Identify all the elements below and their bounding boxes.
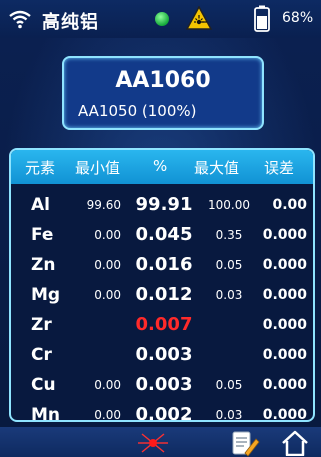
report-edit-icon[interactable]	[230, 429, 260, 457]
element-cell: Cu	[31, 375, 56, 395]
min-cell: 0.00	[94, 288, 121, 302]
element-cell: Fe	[31, 225, 54, 245]
table-row-al: Al 99.60 99.91 100.00 0.00	[11, 190, 313, 220]
element-cell: Zr	[31, 315, 52, 335]
composition-table: 元素 最小值 % 最大值 误差 Al 99.60 99.91 100.00 0.…	[9, 148, 315, 422]
max-cell: 100.00	[208, 198, 250, 212]
percent-cell: 0.016	[135, 254, 193, 275]
battery-icon	[254, 5, 270, 32]
table-row-mg: Mg 0.00 0.012 0.03 0.000	[11, 280, 313, 310]
percent-cell: 0.012	[135, 284, 193, 305]
primary-grade: AA1060	[115, 68, 211, 93]
laser-warning-icon	[186, 6, 212, 30]
header-max: 最大值	[194, 159, 240, 177]
element-cell: Cr	[31, 345, 52, 365]
percent-cell-out-of-spec: 0.007	[135, 314, 193, 335]
table-row-cu: Cu 0.00 0.003 0.05 0.000	[11, 370, 313, 400]
min-cell	[81, 340, 121, 370]
error-cell: 0.000	[262, 227, 307, 243]
max-cell: 0.03	[215, 408, 243, 422]
max-cell: 0.35	[215, 228, 243, 242]
min-cell: 0.00	[94, 378, 121, 392]
max-cell: 0.05	[215, 378, 243, 392]
percent-cell: 0.002	[135, 404, 193, 422]
wifi-icon	[9, 10, 31, 29]
element-cell: Mn	[31, 405, 61, 422]
max-cell	[201, 340, 257, 370]
error-cell: 0.000	[262, 317, 307, 333]
header-element: 元素	[25, 159, 56, 177]
mode-title: 高纯铝	[42, 12, 99, 33]
error-cell: 0.000	[262, 257, 307, 273]
element-cell: Mg	[31, 285, 61, 305]
min-cell: 0.00	[94, 258, 121, 272]
table-row-cr: Cr 0.003 0.000	[11, 340, 313, 370]
error-cell: 0.000	[262, 287, 307, 303]
min-cell: 0.00	[94, 228, 121, 242]
table-row-mn: Mn 0.00 0.002 0.03 0.000	[11, 400, 313, 422]
header-min: 最小值	[75, 159, 121, 177]
error-cell: 0.000	[262, 347, 307, 363]
table-row-zr: Zr 0.007 0.000	[11, 310, 313, 340]
error-cell: 0.000	[262, 407, 307, 422]
percent-cell: 0.045	[135, 224, 193, 245]
table-row-fe: Fe 0.00 0.045 0.35 0.000	[11, 220, 313, 250]
min-cell	[81, 310, 121, 340]
secondary-grade: AA1050 (100%)	[78, 102, 197, 120]
element-cell: Zn	[31, 255, 56, 275]
percent-cell: 99.91	[135, 194, 193, 215]
min-cell: 0.00	[94, 408, 121, 422]
error-cell: 0.000	[262, 377, 307, 393]
element-cell: Al	[31, 195, 50, 215]
status-led	[155, 12, 169, 26]
grade-result-box: AA1060 AA1050 (100%)	[62, 56, 264, 130]
home-icon[interactable]	[280, 430, 310, 456]
max-cell: 0.05	[215, 258, 243, 272]
percent-cell: 0.003	[135, 374, 193, 395]
laser-icon[interactable]	[136, 431, 170, 455]
percent-cell: 0.003	[135, 344, 193, 365]
max-cell	[201, 310, 257, 340]
table-row-zn: Zn 0.00 0.016 0.05 0.000	[11, 250, 313, 280]
max-cell: 0.03	[215, 288, 243, 302]
status-bar: 高纯铝 68%	[0, 0, 321, 38]
min-cell: 99.60	[86, 198, 121, 212]
error-cell: 0.00	[272, 197, 307, 213]
header-error: 误差	[264, 159, 295, 177]
battery-percent: 68%	[282, 10, 314, 26]
header-percent: %	[153, 157, 168, 175]
bottom-toolbar	[0, 427, 321, 457]
table-header: 元素 最小值 % 最大值 误差	[11, 150, 313, 184]
